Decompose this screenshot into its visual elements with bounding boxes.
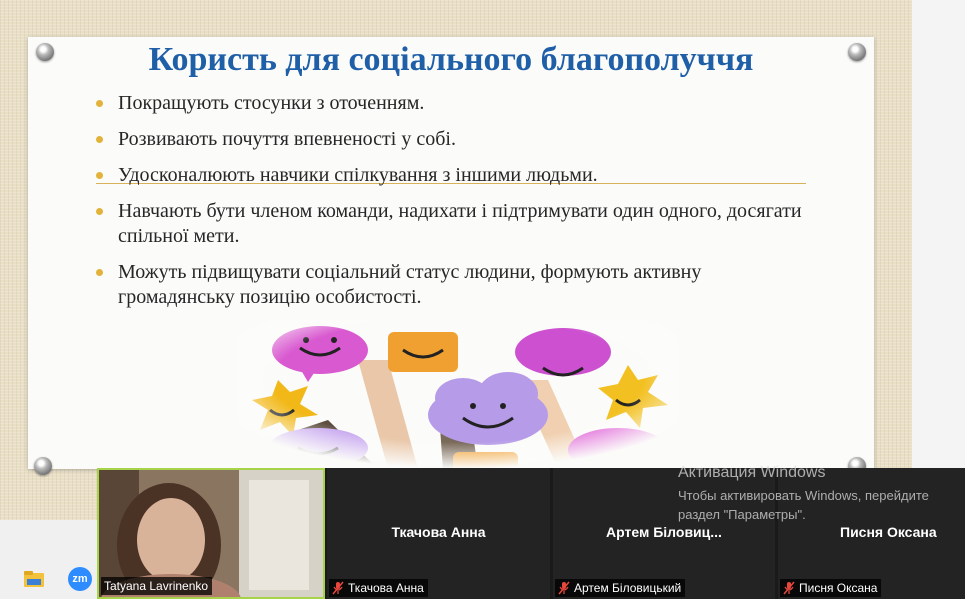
bullet-dot: [96, 208, 103, 215]
bullet-dot: [96, 136, 103, 143]
file-explorer-icon[interactable]: [22, 567, 46, 591]
participant-name-label: Артем Біловицький: [555, 579, 686, 597]
watermark-line: раздел "Параметры".: [678, 507, 806, 522]
bullet-dot: [96, 100, 103, 107]
participant-name-label: Ткачова Анна: [329, 579, 428, 597]
participant-name-label: Писня Оксана: [780, 579, 882, 597]
participant-name-label: Tatyana Lavrinenko: [101, 577, 213, 595]
participant-display-name: Ткачова Анна: [391, 524, 486, 540]
bullet-dot: [96, 269, 103, 276]
bullet-dot: [96, 172, 103, 179]
participant-display-name: Артем Біловиц...: [606, 524, 722, 540]
pin-icon: [34, 457, 52, 475]
participant-tile[interactable]: Ткачова Анна Ткачова Анна: [327, 468, 550, 599]
mic-muted-icon: [783, 581, 795, 595]
participant-video-tile[interactable]: Tatyana Lavrinenko: [97, 468, 325, 599]
window-edge: [912, 0, 965, 470]
watermark-line: Чтобы активировать Windows, перейдите: [678, 488, 929, 503]
zoom-icon[interactable]: zm: [68, 567, 92, 591]
bullet-item: Розвивають почуття впевненості у собі.: [96, 127, 816, 152]
bullet-item: Удосконалюють навчики спілкування з інши…: [96, 163, 816, 188]
windows-activation-watermark: Активация Windows Чтобы активировать Win…: [678, 464, 929, 524]
screen: Користь для соціального благополуччя Пок…: [0, 0, 965, 599]
bullet-item: Можуть підвищувати соціальний статус люд…: [96, 260, 816, 310]
slide-title: Користь для соціального благополуччя: [148, 41, 754, 78]
smiley-speech-bubbles-illustration: [238, 320, 678, 469]
slide: Користь для соціального благополуччя Пок…: [28, 37, 874, 475]
participant-display-name: Писня Оксана: [840, 524, 937, 540]
mic-muted-icon: [558, 581, 570, 595]
bullet-item: Покращують стосунки з оточенням.: [96, 91, 816, 116]
bullet-list: Покращують стосунки з оточенням. Розвива…: [96, 91, 816, 321]
mic-muted-icon: [332, 581, 344, 595]
watermark-title: Активация Windows: [678, 464, 826, 481]
bullet-item: Навчають бути членом команди, надихати і…: [96, 199, 816, 249]
